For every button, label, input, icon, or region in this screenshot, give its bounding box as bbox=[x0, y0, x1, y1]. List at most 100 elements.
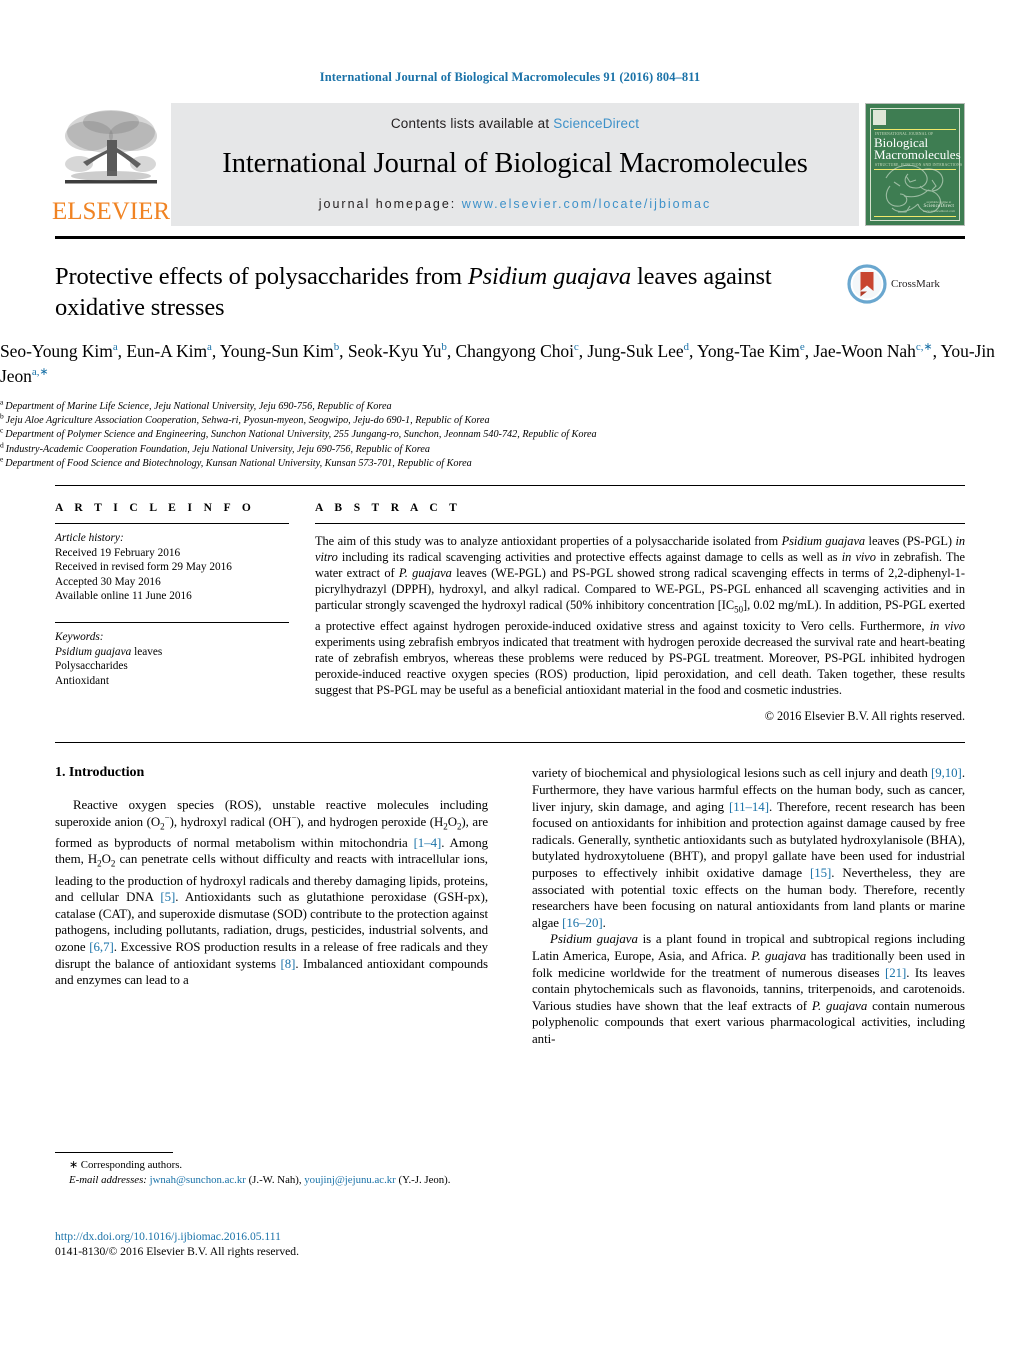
author-affiliation-mark: b bbox=[333, 341, 340, 354]
article-history-label: Article history: bbox=[55, 532, 124, 545]
crossmark-icon bbox=[847, 264, 887, 304]
title-segment-1: Protective effects of polysaccharides fr… bbox=[55, 263, 468, 290]
article-info-heading: A R T I C L E I N F O bbox=[55, 502, 256, 515]
history-item: Received 19 February 2016 bbox=[55, 546, 181, 559]
body-column-left: 1. Introduction Reactive oxygen species … bbox=[55, 765, 510, 988]
intro-paragraph-1: Reactive oxygen species (ROS), unstable … bbox=[55, 798, 489, 988]
affiliation-list: a Department of Marine Life Science, Jej… bbox=[0, 397, 1020, 471]
email-owner-jeon: (Y.-J. Jeon). bbox=[398, 1173, 451, 1186]
keywords-block: Keywords: Psidium guajava leaves Polysac… bbox=[55, 630, 289, 688]
author-name: Eun-A Kim bbox=[126, 341, 208, 361]
affiliation-item: c Department of Polymer Science and Engi… bbox=[0, 426, 597, 441]
cover-elsevier-tag-icon bbox=[873, 110, 886, 125]
author-name: Seok-Kyu Yu bbox=[347, 341, 442, 361]
keyword-item: Psidium guajava leaves bbox=[55, 645, 163, 658]
abstract-text: The aim of this study was to analyze ant… bbox=[315, 534, 966, 698]
affiliation-item: e Department of Food Science and Biotech… bbox=[0, 454, 472, 469]
author-name: Jung-Suk Lee bbox=[587, 341, 684, 361]
article-info-rule bbox=[55, 523, 289, 525]
abstract-rule bbox=[315, 523, 965, 525]
abstract-heading: A B S T R A C T bbox=[315, 502, 462, 515]
history-item: Accepted 30 May 2016 bbox=[55, 575, 161, 588]
journal-homepage-url[interactable]: www.elsevier.com/locate/ijbiomac bbox=[462, 197, 712, 211]
abstract-italic: Psidium guajava bbox=[781, 534, 866, 549]
abstract-divider bbox=[55, 742, 965, 744]
cover-footer-url: www.sciencedirect.com bbox=[922, 209, 955, 213]
abstract-italic: in vivo bbox=[841, 550, 876, 565]
abstract-italic: P. guajava bbox=[398, 566, 452, 581]
keywords-label: Keywords: bbox=[55, 630, 104, 643]
keywords-rule bbox=[55, 621, 289, 623]
cover-footer: available online at ScienceDirect www.sc… bbox=[923, 200, 955, 213]
email-link-nah[interactable]: jwnah@sunchon.ac.kr bbox=[150, 1174, 246, 1186]
author-list: Seo-Young Kima, Eun-A Kima, Young-Sun Ki… bbox=[0, 341, 995, 386]
header-divider bbox=[55, 485, 965, 487]
doi-block: http://dx.doi.org/10.1016/j.ijbiomac.201… bbox=[55, 1229, 299, 1259]
sciencedirect-link[interactable]: ScienceDirect bbox=[553, 116, 639, 131]
affiliation-item: a Department of Marine Life Science, Jej… bbox=[0, 397, 392, 412]
footnote-rule bbox=[55, 1152, 173, 1153]
citation-reference[interactable]: [15] bbox=[810, 866, 831, 880]
citation-reference[interactable]: [8] bbox=[280, 957, 295, 971]
author-name: Seo-Young Kim bbox=[0, 341, 113, 361]
citation-reference[interactable]: [1–4] bbox=[414, 836, 442, 850]
affiliation-item: d Industry-Academic Cooperation Foundati… bbox=[0, 440, 430, 455]
masthead-divider bbox=[55, 236, 965, 239]
journal-cover-thumbnail: INTERNATIONAL JOURNAL OF Biological Macr… bbox=[865, 103, 965, 226]
elsevier-tree-icon bbox=[65, 110, 157, 184]
page-title: Protective effects of polysaccharides fr… bbox=[55, 261, 847, 323]
keyword-item: Antioxidant bbox=[55, 674, 109, 687]
journal-homepage-label: journal homepage: bbox=[318, 197, 462, 211]
email-link-jeon[interactable]: youjinj@jejunu.ac.kr bbox=[304, 1174, 396, 1186]
email-addresses-label: E-mail addresses: bbox=[69, 1173, 147, 1186]
citation-reference[interactable]: [6,7] bbox=[89, 940, 114, 954]
author-affiliation-mark: a bbox=[207, 341, 212, 354]
info-abstract-region: A R T I C L E I N F O Article history: R… bbox=[55, 502, 965, 724]
title-species-name: Psidium guajava bbox=[467, 263, 631, 290]
author-affiliation-mark: c bbox=[573, 341, 579, 354]
elsevier-wordmark: ELSEVIER bbox=[51, 198, 171, 225]
author-name: Jae-Woon Nah bbox=[813, 341, 916, 361]
journal-homepage-line: journal homepage: www.elsevier.com/locat… bbox=[319, 197, 712, 211]
article-info-column: A R T I C L E I N F O Article history: R… bbox=[55, 502, 315, 688]
running-head: International Journal of Biological Macr… bbox=[319, 70, 701, 84]
author-affiliation-mark: d bbox=[683, 341, 690, 354]
journal-title: International Journal of Biological Macr… bbox=[222, 148, 808, 179]
intro-paragraph-1-cont: variety of biochemical and physiological… bbox=[532, 766, 966, 930]
cover-rule-bottom bbox=[874, 216, 956, 217]
author-affiliation-mark: c,∗ bbox=[915, 341, 933, 354]
body-italic: Psidium guajava bbox=[550, 932, 638, 947]
article-body: 1. Introduction Reactive oxygen species … bbox=[55, 765, 965, 1047]
email-owner-nah: (J.-W. Nah) bbox=[248, 1173, 299, 1186]
abstract-italic: in vivo bbox=[929, 618, 965, 633]
author-affiliation-mark: e bbox=[799, 341, 805, 354]
citation-reference[interactable]: [11–14] bbox=[729, 800, 769, 814]
corresponding-author-footnote: ∗ Corresponding authors. E-mail addresse… bbox=[55, 1152, 471, 1187]
citation-reference[interactable]: [5] bbox=[160, 890, 175, 904]
crossmark-label: CrossMark bbox=[891, 278, 940, 290]
author-affiliation-mark: a,∗ bbox=[31, 366, 49, 379]
corresponding-authors-note: ∗ Corresponding authors. bbox=[69, 1159, 183, 1171]
author-name: Young-Sun Kim bbox=[219, 341, 334, 361]
body-italic: P. guajava bbox=[811, 998, 868, 1013]
citation-reference[interactable]: [9,10] bbox=[931, 766, 962, 780]
author-name: Yong-Tae Kim bbox=[697, 341, 800, 361]
citation-reference[interactable]: [16–20] bbox=[562, 916, 603, 930]
history-item: Received in revised form 29 May 2016 bbox=[55, 561, 232, 574]
author-affiliation-mark: b bbox=[441, 341, 447, 354]
intro-paragraph-2: Psidium guajava is a plant found in trop… bbox=[532, 932, 965, 1046]
doi-link[interactable]: http://dx.doi.org/10.1016/j.ijbiomac.201… bbox=[55, 1229, 299, 1244]
crossmark-badge[interactable]: CrossMark bbox=[847, 261, 965, 304]
journal-masthead: ELSEVIER Contents lists available at Sci… bbox=[51, 103, 965, 226]
body-column-right: variety of biochemical and physiological… bbox=[510, 765, 965, 1047]
affiliation-item: b Jeju Aloe Agriculture Association Coop… bbox=[0, 411, 490, 427]
section-heading-introduction: 1. Introduction bbox=[55, 765, 145, 781]
citation-reference[interactable]: [21] bbox=[885, 966, 906, 980]
article-history: Article history: Received 19 February 20… bbox=[55, 531, 289, 604]
cover-rule-top bbox=[874, 129, 956, 130]
author-affiliation-mark: a bbox=[112, 341, 118, 354]
keyword-species: Psidium guajava bbox=[55, 645, 132, 658]
article-page: International Journal of Biological Macr… bbox=[0, 0, 1020, 1351]
abstract-column: A B S T R A C T The aim of this study wa… bbox=[315, 502, 965, 724]
author-name: Changyong Choi bbox=[455, 341, 574, 361]
